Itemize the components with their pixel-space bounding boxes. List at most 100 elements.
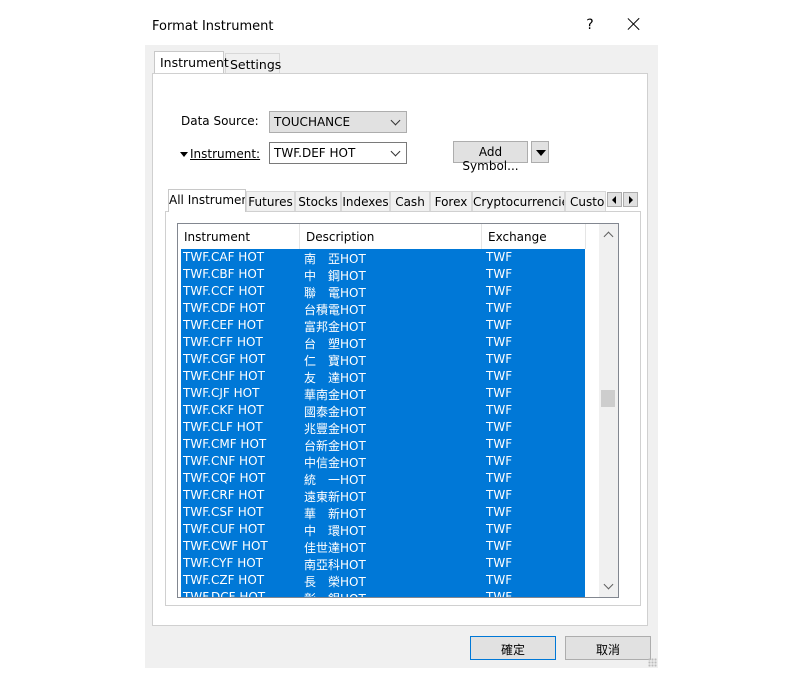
add-symbol-button[interactable]: Add Symbol... (453, 141, 528, 173)
cell-description: 中 環HOT (304, 524, 366, 538)
itab-cryptocurrencies[interactable]: Cryptocurrencies (472, 191, 565, 211)
cell-description: 台 塑HOT (304, 337, 366, 351)
table-row[interactable]: TWF.CYF HOT 南亞科HOT TWF (181, 555, 585, 572)
table-row[interactable]: TWF.CAF HOT 南 亞HOT TWF (181, 249, 585, 266)
cell-exchange: TWF (486, 318, 513, 332)
tab-scroll-right-button[interactable] (623, 192, 638, 207)
column-header-description[interactable]: Description (300, 224, 482, 249)
cell-description: 彰 銀HOT (304, 590, 366, 597)
scroll-thumb[interactable] (601, 390, 615, 407)
table-row[interactable]: TWF.CFF HOT 台 塑HOT TWF (181, 334, 585, 351)
cell-exchange: TWF (486, 522, 513, 536)
cell-instrument: TWF.CHF HOT (183, 369, 265, 383)
cell-instrument: TWF.CLF HOT (183, 420, 263, 434)
help-button[interactable]: ? (583, 17, 597, 33)
caret-down-icon (180, 152, 188, 157)
tab-scroll-left-button[interactable] (607, 192, 622, 207)
cell-description: 華 新HOT (304, 507, 366, 521)
cell-exchange: TWF (486, 437, 513, 451)
close-icon[interactable] (622, 14, 646, 38)
scroll-down-icon[interactable] (603, 579, 614, 590)
resize-grip[interactable] (648, 658, 657, 667)
arrow-left-icon (612, 196, 616, 204)
cell-exchange: TWF (486, 539, 513, 553)
table-row[interactable]: TWF.CJF HOT 華南金HOT TWF (181, 385, 585, 402)
itab-all-instruments[interactable]: All Instruments (168, 189, 246, 212)
table-row[interactable]: TWF.CEF HOT 富邦金HOT TWF (181, 317, 585, 334)
chevron-down-icon (390, 146, 401, 157)
itab-cash[interactable]: Cash (390, 191, 430, 211)
cell-description: 遠東新HOT (304, 490, 366, 504)
cancel-button[interactable]: 取消 (565, 636, 651, 660)
cell-description: 華南金HOT (304, 388, 366, 402)
cell-instrument: TWF.CDF HOT (183, 301, 266, 315)
vertical-scrollbar[interactable] (599, 224, 618, 597)
table-row[interactable]: TWF.CMF HOT 台新金HOT TWF (181, 436, 585, 453)
ok-button[interactable]: 確定 (470, 636, 556, 660)
window-title: Format Instrument (152, 19, 274, 34)
itab-futures[interactable]: Futures (246, 191, 295, 211)
itab-stocks[interactable]: Stocks (295, 191, 341, 211)
cell-description: 台新金HOT (304, 439, 366, 453)
cell-description: 統 一HOT (304, 473, 366, 487)
instrument-combo[interactable]: TWF.DEF HOT (269, 142, 407, 164)
table-row[interactable]: TWF.CNF HOT 中信金HOT TWF (181, 453, 585, 470)
table-row[interactable]: TWF.CRF HOT 遠東新HOT TWF (181, 487, 585, 504)
arrow-right-icon (629, 196, 633, 204)
tab-settings[interactable]: Settings (225, 53, 281, 73)
instrument-list[interactable]: Instrument Description Exchange TWF.CAF … (177, 223, 619, 598)
list-rows: TWF.CAF HOT 南 亞HOT TWF TWF.CBF HOT 中 鋼HOT TWF… (181, 249, 585, 597)
scroll-up-icon[interactable] (603, 231, 614, 242)
tab-instrument[interactable]: Instrument (154, 51, 229, 73)
title-bar: Format Instrument ? (145, 0, 658, 45)
cell-exchange: TWF (486, 471, 513, 485)
format-instrument-dialog: Format Instrument ? Instrument Settings … (145, 0, 658, 668)
itab-custom[interactable]: Custom (565, 191, 606, 211)
cell-description: 長 榮HOT (304, 575, 366, 589)
itab-forex[interactable]: Forex (430, 191, 472, 211)
cell-description: 友 達HOT (304, 371, 366, 385)
cell-exchange: TWF (486, 403, 513, 417)
table-row[interactable]: TWF.CQF HOT 統 一HOT TWF (181, 470, 585, 487)
cell-exchange: TWF (486, 369, 513, 383)
instrument-label: Instrument: (190, 147, 261, 161)
itab-indexes[interactable]: Indexes (341, 191, 390, 211)
cell-exchange: TWF (486, 556, 513, 570)
cell-instrument: TWF.CAF HOT (183, 250, 265, 264)
table-row[interactable]: TWF.CKF HOT 國泰金HOT TWF (181, 402, 585, 419)
cell-instrument: TWF.CUF HOT (183, 522, 265, 536)
table-row[interactable]: TWF.CDF HOT 台積電HOT TWF (181, 300, 585, 317)
cell-exchange: TWF (486, 284, 513, 298)
cell-description: 南 亞HOT (304, 252, 366, 266)
column-header-exchange[interactable]: Exchange (482, 224, 586, 249)
cell-instrument: TWF.CJF HOT (183, 386, 260, 400)
instrument-menu-link[interactable]: Instrument: (180, 147, 260, 161)
cell-description: 南亞科HOT (304, 558, 366, 572)
column-header-instrument[interactable]: Instrument (178, 224, 300, 249)
table-row[interactable]: TWF.CCF HOT 聯 電HOT TWF (181, 283, 585, 300)
cell-description: 聯 電HOT (304, 286, 366, 300)
cell-exchange: TWF (486, 420, 513, 434)
add-symbol-menu-button[interactable] (531, 141, 549, 163)
data-source-dropdown[interactable]: TOUCHANCE (269, 111, 407, 133)
table-row[interactable]: TWF.CHF HOT 友 達HOT TWF (181, 368, 585, 385)
table-row[interactable]: TWF.CSF HOT 華 新HOT TWF (181, 504, 585, 521)
cell-instrument: TWF.CEF HOT (183, 318, 264, 332)
cell-description: 台積電HOT (304, 303, 366, 317)
data-source-value: TOUCHANCE (274, 115, 351, 129)
cell-description: 仁 寶HOT (304, 354, 366, 368)
list-header: Instrument Description Exchange (178, 224, 586, 249)
table-row[interactable]: TWF.CBF HOT 中 鋼HOT TWF (181, 266, 585, 283)
table-row[interactable]: TWF.DCF HOT 彰 銀HOT TWF (181, 589, 585, 597)
cell-exchange: TWF (486, 250, 513, 264)
cell-instrument: TWF.CNF HOT (183, 454, 265, 468)
table-row[interactable]: TWF.CGF HOT 仁 寶HOT TWF (181, 351, 585, 368)
cell-exchange: TWF (486, 301, 513, 315)
table-row[interactable]: TWF.CUF HOT 中 環HOT TWF (181, 521, 585, 538)
cell-description: 國泰金HOT (304, 405, 366, 419)
table-row[interactable]: TWF.CZF HOT 長 榮HOT TWF (181, 572, 585, 589)
table-row[interactable]: TWF.CLF HOT 兆豐金HOT TWF (181, 419, 585, 436)
table-row[interactable]: TWF.CWF HOT 佳世達HOT TWF (181, 538, 585, 555)
cell-instrument: TWF.CGF HOT (183, 352, 266, 366)
cell-instrument: TWF.CZF HOT (183, 573, 265, 587)
